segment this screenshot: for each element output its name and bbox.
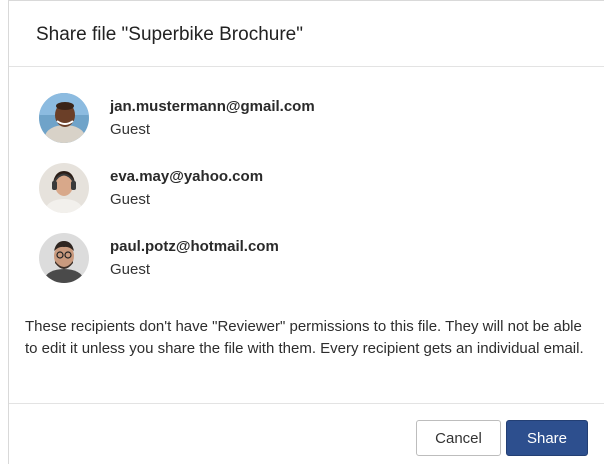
recipient-role: Guest (110, 121, 151, 138)
recipient-role: Guest (110, 191, 151, 208)
recipient-item: jan.mustermann@gmail.com Guest (39, 93, 604, 163)
avatar (39, 233, 89, 283)
cancel-button[interactable]: Cancel (416, 420, 501, 456)
dialog-title: Share file "Superbike Brochure" (36, 24, 303, 45)
recipient-list: jan.mustermann@gmail.com Guest eva.may@y… (9, 67, 604, 303)
avatar (39, 163, 89, 213)
recipient-email: eva.may@yahoo.com (110, 168, 264, 185)
avatar (39, 93, 89, 143)
dialog-footer: Cancel Share (9, 403, 604, 465)
recipient-info: jan.mustermann@gmail.com Guest (110, 97, 315, 139)
share-dialog: Share file "Superbike Brochure" jan.must… (8, 0, 604, 464)
recipient-info: paul.potz@hotmail.com Guest (110, 237, 279, 279)
share-button[interactable]: Share (506, 420, 588, 456)
permission-notice: These recipients don't have "Reviewer" p… (25, 318, 584, 357)
dialog-header: Share file "Superbike Brochure" (9, 1, 604, 67)
recipient-email: paul.potz@hotmail.com (110, 238, 279, 255)
recipient-email: jan.mustermann@gmail.com (110, 98, 315, 115)
recipient-role: Guest (110, 261, 151, 278)
recipient-item: paul.potz@hotmail.com Guest (39, 233, 604, 303)
recipient-info: eva.may@yahoo.com Guest (110, 167, 263, 209)
recipient-item: eva.may@yahoo.com Guest (39, 163, 604, 233)
